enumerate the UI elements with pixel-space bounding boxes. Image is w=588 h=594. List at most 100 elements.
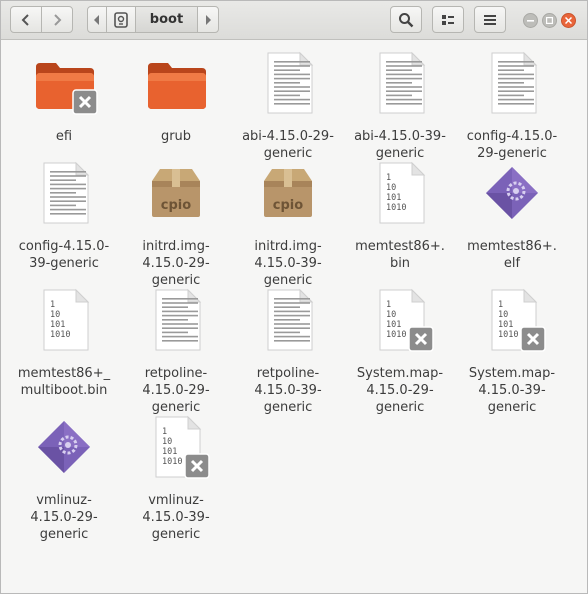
- maximize-button[interactable]: [542, 13, 557, 28]
- file-name-line: 4.15.0-29-: [142, 383, 210, 398]
- list-view-icon: [442, 14, 454, 25]
- svg-text:10: 10: [386, 310, 396, 320]
- path-bar: boot: [87, 6, 219, 33]
- file-name-line: initrd.img-: [254, 239, 322, 254]
- svg-text:1: 1: [50, 300, 55, 310]
- file-item[interactable]: 1 10 101 1010 System.map- 4.15.0-29- generic: [344, 288, 456, 416]
- file-name: initrd.img- 4.15.0-39- generic: [232, 238, 344, 289]
- folder-icon: [148, 63, 206, 109]
- close-button[interactable]: [561, 13, 576, 28]
- file-name-line: retpoline-: [256, 366, 320, 381]
- svg-text:101: 101: [162, 447, 177, 457]
- file-name-line: generic: [375, 400, 425, 415]
- file-icon-container: 1 10 101 1010: [146, 415, 210, 479]
- text-file-icon: [43, 161, 90, 224]
- file-name-line: 4.15.0-39-: [254, 256, 322, 271]
- file-item[interactable]: memtest86+. elf: [456, 161, 568, 286]
- file-name-line: 4.15.0-39-: [478, 383, 546, 398]
- file-name-line: 29-generic: [477, 146, 547, 161]
- svg-text:101: 101: [386, 193, 401, 203]
- file-name-line: generic: [151, 400, 201, 415]
- svg-text:1010: 1010: [498, 330, 518, 340]
- text-file-icon: [491, 51, 538, 114]
- file-name-line: generic: [263, 400, 313, 415]
- file-item[interactable]: grub: [120, 51, 232, 176]
- file-name: abi-4.15.0-29- generic: [232, 128, 344, 162]
- file-manager-window: boot efi grub abi-4.15.0-29- generic abi…: [0, 0, 588, 594]
- file-name-line: 4.15.0-29-: [30, 510, 98, 525]
- svg-text:1010: 1010: [162, 457, 182, 467]
- file-icon-container: cpio: [146, 161, 206, 225]
- file-item[interactable]: 1 10 101 1010 System.map- 4.15.0-39- generic: [456, 288, 568, 415]
- binary-file-icon: 1101011010: [43, 288, 90, 351]
- file-name-line: generic: [151, 273, 201, 288]
- file-icon-container: [34, 51, 98, 115]
- text-file-icon: [379, 51, 426, 114]
- file-name-line: 4.15.0-39-: [254, 383, 322, 398]
- file-name-line: generic: [39, 527, 89, 542]
- file-item[interactable]: config-4.15.0- 39-generic: [8, 161, 120, 286]
- file-name-line: config-4.15.0-: [466, 129, 558, 144]
- file-icon-container: cpio: [258, 161, 318, 225]
- file-item[interactable]: retpoline- 4.15.0-29- generic: [120, 288, 232, 415]
- svg-text:1010: 1010: [50, 330, 70, 340]
- back-button[interactable]: [10, 6, 42, 33]
- file-name-line: vmlinuz-: [148, 493, 204, 508]
- file-item[interactable]: config-4.15.0- 29-generic: [456, 51, 568, 176]
- path-scroll-left-button[interactable]: [87, 6, 107, 33]
- svg-text:10: 10: [386, 183, 396, 193]
- text-file-icon: [267, 51, 314, 114]
- file-icon-container: [34, 415, 94, 479]
- path-root-button[interactable]: [106, 6, 136, 33]
- file-item[interactable]: 1 10 101 1010 memtest86+_ multiboot.bin: [8, 288, 120, 413]
- view-toggle-button[interactable]: [432, 6, 464, 33]
- file-item[interactable]: cpio initrd.img- 4.15.0-29- generic: [120, 161, 232, 289]
- file-name-line: 39-generic: [29, 256, 99, 271]
- file-item[interactable]: 1 10 101 1010 memtest86+. bin: [344, 161, 456, 286]
- svg-text:101: 101: [498, 320, 513, 330]
- file-name-line: System.map-: [468, 366, 556, 381]
- header-bar: boot: [1, 1, 587, 40]
- svg-text:1010: 1010: [386, 203, 406, 213]
- unreadable-emblem-icon: [184, 453, 210, 479]
- svg-text:1: 1: [386, 173, 391, 183]
- file-item[interactable]: abi-4.15.0-39- generic: [344, 51, 456, 176]
- file-name-line: elf: [503, 256, 521, 271]
- file-name-line: generic: [375, 146, 425, 161]
- menu-button[interactable]: [474, 6, 506, 33]
- file-item[interactable]: 1 10 101 1010 vmlinuz- 4.15.0-39- generic: [120, 415, 232, 542]
- file-item[interactable]: retpoline- 4.15.0-39- generic: [232, 288, 344, 415]
- svg-text:1: 1: [162, 427, 167, 437]
- file-item[interactable]: cpio initrd.img- 4.15.0-39- generic: [232, 161, 344, 289]
- file-icon-container: 1 10 101 1010: [370, 288, 434, 352]
- forward-button[interactable]: [41, 6, 73, 33]
- file-name-line: initrd.img-: [142, 239, 210, 254]
- file-name: System.map- 4.15.0-29- generic: [344, 365, 456, 416]
- file-name: vmlinuz- 4.15.0-29- generic: [8, 492, 120, 543]
- file-name-line: efi: [55, 129, 73, 144]
- file-name: memtest86+. bin: [344, 238, 456, 272]
- chevron-right-icon: [54, 13, 62, 26]
- search-button[interactable]: [390, 6, 422, 33]
- maximize-icon: [546, 17, 553, 24]
- file-item[interactable]: vmlinuz- 4.15.0-29- generic: [8, 415, 120, 543]
- file-icon-container: [258, 288, 318, 352]
- path-scroll-right-button[interactable]: [197, 6, 219, 33]
- path-current-folder[interactable]: boot: [135, 6, 198, 33]
- file-item[interactable]: abi-4.15.0-29- generic: [232, 51, 344, 176]
- minimize-button[interactable]: [523, 13, 538, 28]
- file-name: initrd.img- 4.15.0-29- generic: [120, 238, 232, 289]
- triangle-right-icon: [206, 14, 211, 25]
- file-name-line: retpoline-: [144, 366, 208, 381]
- file-name-line: memtest86+.: [467, 239, 557, 254]
- hamburger-icon: [484, 14, 496, 25]
- file-item[interactable]: efi: [8, 51, 120, 176]
- close-icon: [565, 17, 572, 24]
- cpio-archive-icon: cpio: [152, 169, 200, 217]
- svg-text:10: 10: [498, 310, 508, 320]
- svg-text:10: 10: [162, 437, 172, 447]
- cpio-archive-icon: cpio: [264, 169, 312, 217]
- file-name-line: vmlinuz-: [36, 493, 92, 508]
- unreadable-emblem-icon: [408, 326, 434, 352]
- file-name: memtest86+. elf: [456, 238, 568, 272]
